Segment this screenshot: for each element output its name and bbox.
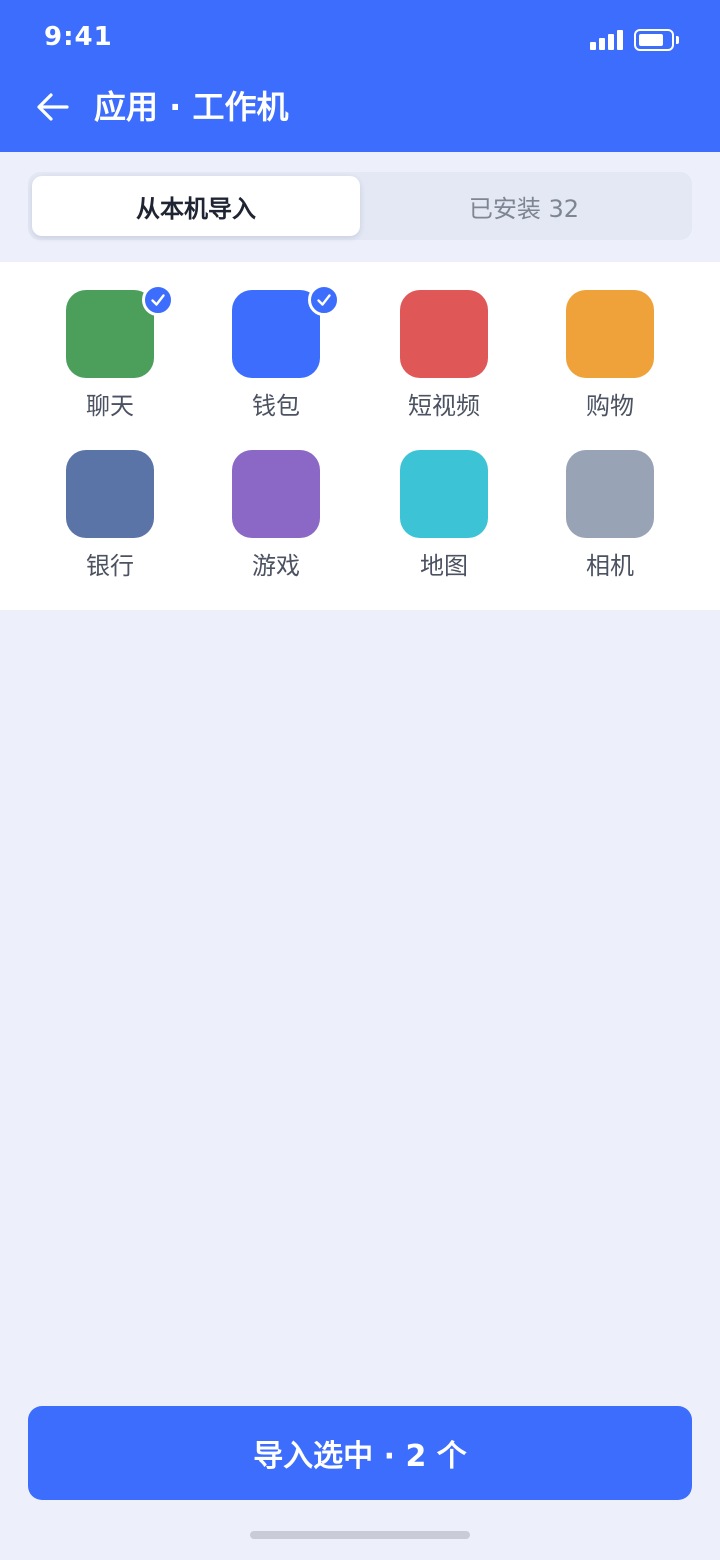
app-item-short-video[interactable]: 短视频 [384,290,504,430]
app-label: 游戏 [252,552,300,580]
game-app-icon [232,450,320,538]
chat-app-icon [66,290,154,378]
app-label: 聊天 [86,392,134,420]
signal-icon [590,30,624,50]
app-label: 购物 [586,392,634,420]
tab-installed[interactable]: 已安装 32 [360,176,688,236]
app-item-bank[interactable]: 银行 [50,450,170,590]
app-label: 短视频 [408,392,480,420]
bank-app-icon [66,450,154,538]
short-video-app-icon [400,290,488,378]
app-header: 9:41 应用 · 工作机 [0,0,720,152]
battery-icon [634,29,679,51]
app-label: 地图 [420,552,468,580]
app-label: 相机 [586,552,634,580]
import-selected-button[interactable]: 导入选中 · 2 个 [28,1406,692,1500]
camera-app-icon [566,450,654,538]
app-item-map[interactable]: 地图 [384,450,504,590]
segmented-control: 从本机导入 已安装 32 [28,172,692,240]
app-item-shopping[interactable]: 购物 [550,290,670,430]
back-button[interactable] [30,84,76,130]
shopping-app-icon [566,290,654,378]
page-title: 应用 · 工作机 [94,88,289,126]
app-item-wallet[interactable]: 钱包 [216,284,340,430]
app-item-chat[interactable]: 聊天 [50,284,174,430]
wallet-app-icon [232,290,320,378]
home-indicator [250,1531,470,1539]
app-label: 钱包 [252,392,300,420]
app-label: 银行 [86,552,134,580]
checkmark-icon [308,284,340,316]
app-item-game[interactable]: 游戏 [216,450,336,590]
status-time: 9:41 [44,22,113,52]
checkmark-icon [142,284,174,316]
tab-import-local[interactable]: 从本机导入 [32,176,360,236]
app-item-camera[interactable]: 相机 [550,450,670,590]
arrow-left-icon [37,93,69,121]
app-grid: 聊天 钱包 短视频 购物 银行 游戏 地图 相机 [0,262,720,610]
map-app-icon [400,450,488,538]
